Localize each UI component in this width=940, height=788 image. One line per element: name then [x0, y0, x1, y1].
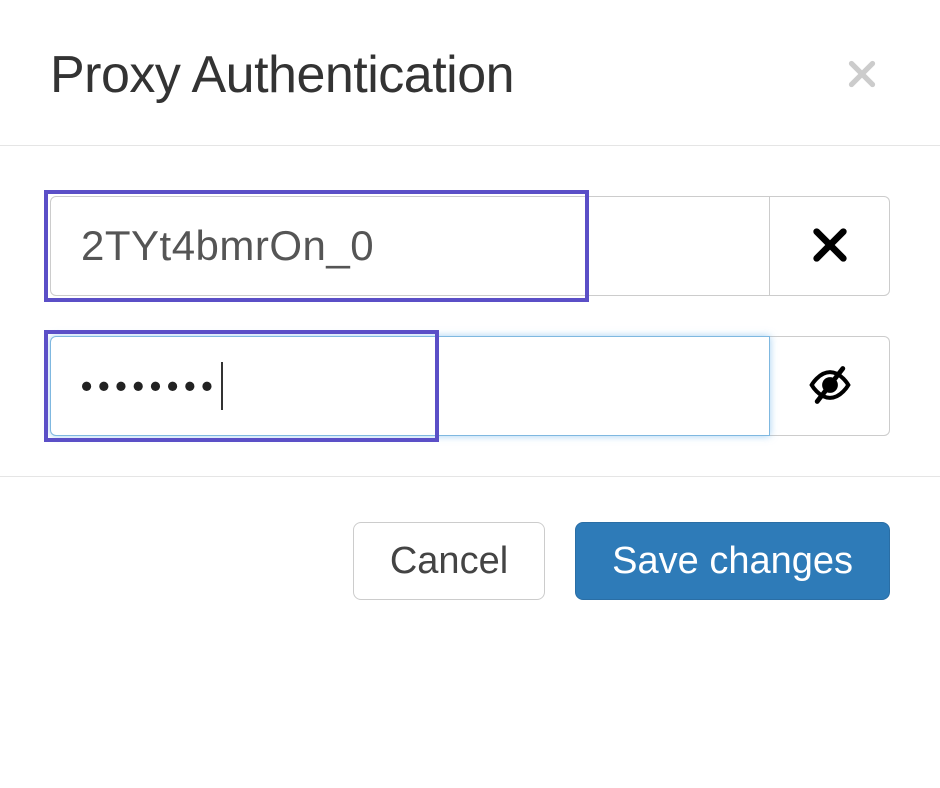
password-input[interactable]: ••••••••: [50, 336, 770, 436]
modal-header: Proxy Authentication: [0, 0, 940, 146]
clear-username-button[interactable]: [770, 196, 890, 296]
password-group: ••••••••: [50, 336, 890, 436]
modal-footer: Cancel Save changes: [0, 477, 940, 645]
password-wrapper: ••••••••: [50, 336, 770, 436]
eye-slash-icon: [808, 363, 852, 410]
modal-title: Proxy Authentication: [50, 45, 514, 105]
close-button[interactable]: [834, 46, 890, 105]
modal-body: ••••••••: [0, 146, 940, 477]
x-icon: [810, 225, 850, 268]
username-group: [50, 196, 890, 296]
username-input[interactable]: [50, 196, 770, 296]
proxy-auth-modal: Proxy Authentication: [0, 0, 940, 645]
toggle-password-visibility-button[interactable]: [770, 336, 890, 436]
save-changes-button[interactable]: Save changes: [575, 522, 890, 600]
cancel-button[interactable]: Cancel: [353, 522, 545, 600]
close-icon: [844, 56, 880, 95]
password-masked-value: ••••••••: [81, 368, 219, 405]
text-caret: [221, 362, 223, 410]
username-wrapper: [50, 196, 770, 296]
